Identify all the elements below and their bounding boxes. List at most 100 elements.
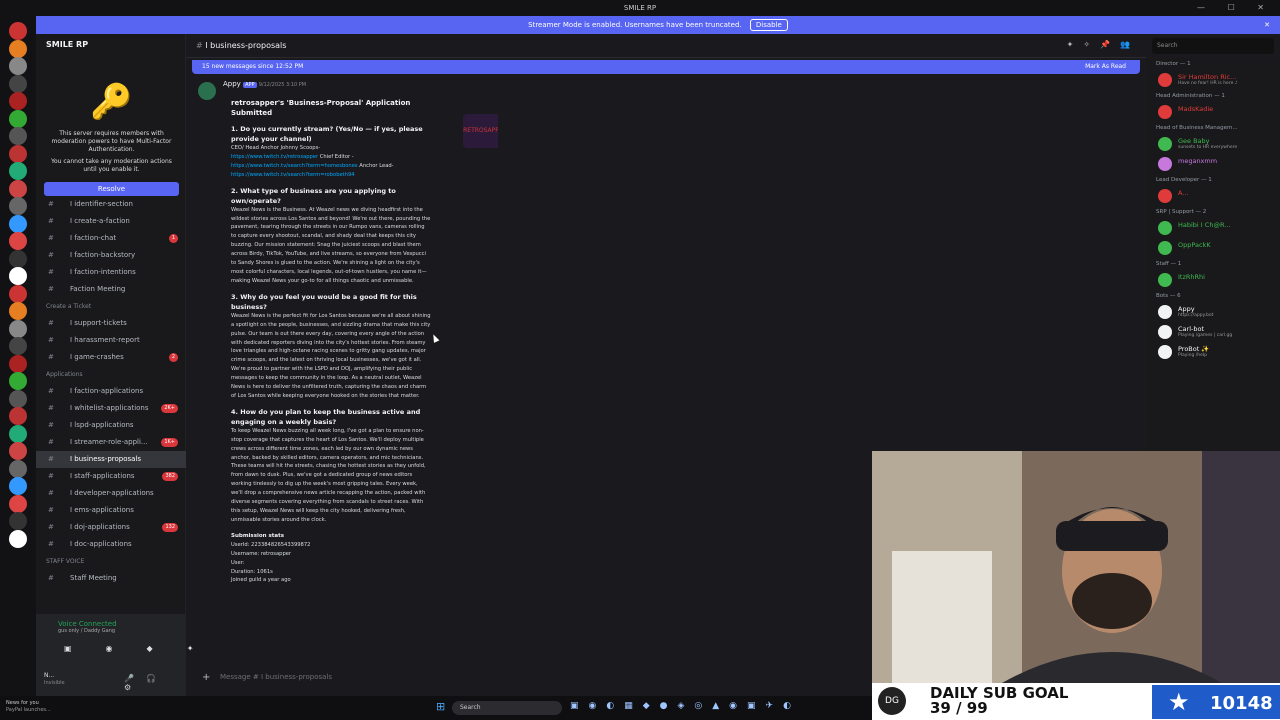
channel-item[interactable]: # I create-a-faction <box>36 213 186 230</box>
channel-item[interactable]: # I staff-applications 382 <box>36 468 186 485</box>
taskbar-search[interactable]: Search <box>452 701 562 715</box>
search-input[interactable]: Search <box>1152 38 1274 54</box>
channel-item[interactable]: # I streamer-role-appli... 1K+ <box>36 434 186 451</box>
channel-item[interactable]: # I faction-chat 1 <box>36 230 186 247</box>
channel-item[interactable]: # Faction Meeting <box>36 281 186 298</box>
member-item[interactable]: A... <box>1146 186 1280 206</box>
channel-item[interactable]: # I developer-applications <box>36 485 186 502</box>
channel-item[interactable]: # I faction-backstory <box>36 247 186 264</box>
channel-label: I staff-applications <box>70 472 135 480</box>
channel-item[interactable]: # I doc-applications <box>36 536 186 553</box>
avatar <box>1158 221 1172 235</box>
server-icon[interactable] <box>9 284 27 303</box>
server-icon[interactable] <box>9 372 27 390</box>
channel-item[interactable]: # I harassment-report <box>36 332 186 349</box>
user-panel[interactable]: N... Invisible 🎤🎧⚙ <box>36 666 186 696</box>
channel-label: I faction-backstory <box>70 251 136 259</box>
server-icon[interactable] <box>9 267 27 285</box>
server-icon[interactable] <box>9 407 27 425</box>
header-toolbar-icons[interactable]: ✦✧📌👥 <box>1067 40 1140 49</box>
server-icon[interactable] <box>9 39 27 58</box>
member-item[interactable]: OppPackK <box>1146 238 1280 258</box>
plus-icon[interactable]: + <box>202 672 210 683</box>
channel-item[interactable]: # Staff Meeting <box>36 570 186 587</box>
avatar <box>1158 325 1172 339</box>
hash-icon: # <box>48 336 54 344</box>
new-messages-bar[interactable]: 15 new messages since 12:52 PM Mark As R… <box>192 60 1140 74</box>
channel-item[interactable]: # I support-tickets <box>36 315 186 332</box>
server-icon[interactable] <box>9 127 27 145</box>
member-item[interactable]: Carl-bot Playing /games | carl.gg <box>1146 322 1280 342</box>
member-name: MadsKadie <box>1178 105 1214 113</box>
server-icon[interactable] <box>9 337 27 355</box>
channel-item[interactable]: # I faction-applications <box>36 383 186 400</box>
member-item[interactable]: meganxmm <box>1146 154 1280 174</box>
resolve-button[interactable]: Resolve <box>44 182 179 196</box>
windows-start-icon[interactable]: ⊞ <box>436 700 445 713</box>
author-name[interactable]: Appy <box>223 80 241 88</box>
server-icon[interactable] <box>9 92 27 110</box>
server-name[interactable]: SMILE RP <box>36 34 185 58</box>
taskbar: News for you PayPal launches... ⊞ Search … <box>0 696 872 720</box>
member-item[interactable]: ItzRhRhi <box>1146 270 1280 290</box>
window-controls[interactable]: — ☐ ✕ <box>1197 0 1274 16</box>
member-list: Director — 1 Sir Hamilton Ric... Have no f… <box>1146 58 1280 458</box>
hash-icon: # <box>48 489 54 497</box>
news-widget[interactable]: News for you PayPal launches... <box>6 700 51 714</box>
voice-status[interactable]: Voice Connected <box>36 614 186 628</box>
hash-icon: # <box>48 200 54 208</box>
member-item[interactable]: Habibi I Ch@R... <box>1146 218 1280 238</box>
server-icon[interactable] <box>9 477 27 495</box>
taskbar-app-icons[interactable]: ▣◉◐▦◆●◈◎▲◉▣✈◐ <box>570 701 801 711</box>
hash-icon: # <box>48 217 54 225</box>
server-icon[interactable] <box>9 197 27 215</box>
server-icon[interactable] <box>9 74 27 93</box>
hash-icon: # <box>48 319 54 327</box>
goal-count-box: ★ 10148 <box>1152 685 1280 719</box>
channel-item[interactable]: # I business-proposals <box>36 451 186 468</box>
server-icon[interactable] <box>9 302 27 320</box>
server-icon[interactable] <box>9 459 27 478</box>
server-icon[interactable] <box>9 442 27 460</box>
server-icon[interactable] <box>9 57 27 75</box>
channel-item[interactable]: # I identifier-section <box>36 196 186 213</box>
channel-item[interactable]: # I faction-intentions <box>36 264 186 281</box>
server-icon[interactable] <box>9 249 27 268</box>
stat-user: User: <box>231 559 245 566</box>
server-icon[interactable] <box>9 319 27 338</box>
mic-headset-settings-icons[interactable]: 🎤🎧⚙ <box>124 674 186 692</box>
server-icon[interactable] <box>9 179 27 198</box>
server-icon[interactable] <box>9 389 27 408</box>
hash-icon: # <box>48 523 54 531</box>
channel-item[interactable]: # I doj-applications 132 <box>36 519 186 536</box>
link-1[interactable]: https://www.twitch.tv/retrosapper <box>231 154 318 160</box>
member-item[interactable]: Appy https://appy.bot <box>1146 302 1280 322</box>
channel-item[interactable]: # I lspd-applications <box>36 417 186 434</box>
channel-item[interactable]: # I ems-applications <box>36 502 186 519</box>
banner-text: Streamer Mode is enabled. Usernames have… <box>528 21 742 29</box>
server-icon[interactable] <box>9 162 27 180</box>
server-icon[interactable] <box>9 529 27 548</box>
server-icon[interactable] <box>9 424 27 443</box>
member-item[interactable]: ProBot ✨ Playing /help <box>1146 342 1280 362</box>
mark-as-read-button[interactable]: Mark As Read <box>1085 63 1126 70</box>
server-icon[interactable] <box>9 214 27 233</box>
member-item[interactable]: Sir Hamilton Ric... Have no fear! HR is h… <box>1146 70 1280 90</box>
server-icon[interactable] <box>9 232 27 250</box>
close-icon[interactable]: ✕ <box>1264 16 1270 34</box>
channel-item[interactable]: # I whitelist-applications 2K+ <box>36 400 186 417</box>
avatar[interactable] <box>198 82 216 100</box>
channel-item[interactable]: # I game-crashes 2 <box>36 349 186 366</box>
server-icon[interactable] <box>9 512 27 530</box>
channel-label: I faction-intentions <box>70 268 136 276</box>
member-item[interactable]: MadsKadie <box>1146 102 1280 122</box>
member-item[interactable]: Gee Baby sunsets to HR everywhere <box>1146 134 1280 154</box>
server-icon[interactable] <box>9 144 27 163</box>
link-2[interactable]: https://www.twitch.tv/search?term=homesb… <box>231 163 358 169</box>
server-icon[interactable] <box>9 22 27 40</box>
server-icon[interactable] <box>9 109 27 128</box>
link-3[interactable]: https://www.twitch.tv/search?term=robobe… <box>231 172 355 178</box>
server-icon[interactable] <box>9 354 27 373</box>
disable-button[interactable]: Disable <box>749 19 788 31</box>
server-icon[interactable] <box>9 494 27 513</box>
